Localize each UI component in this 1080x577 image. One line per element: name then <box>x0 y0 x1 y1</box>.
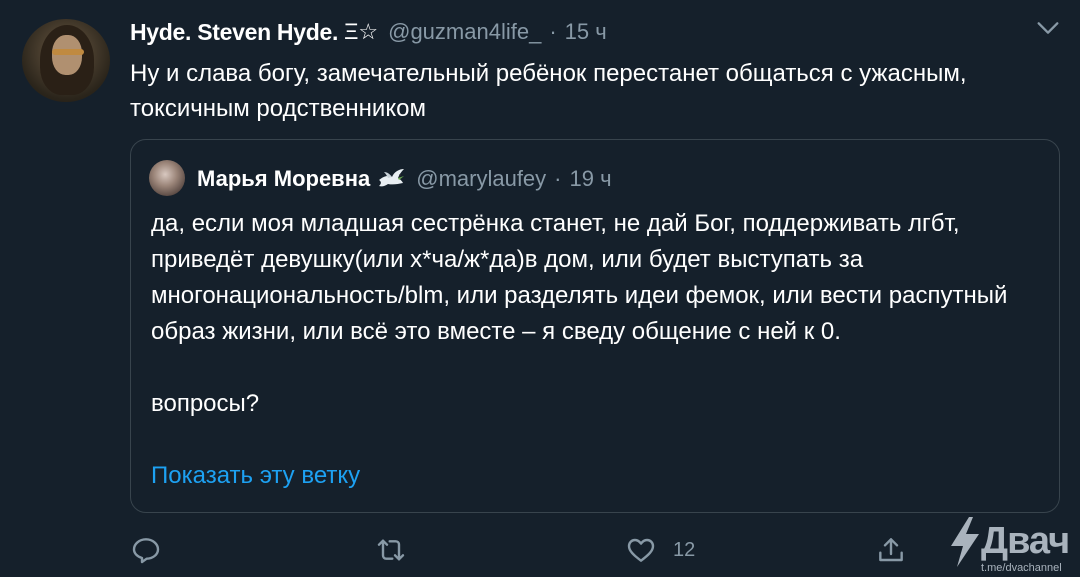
quoted-tweet-text: да, если моя младшая сестрёнка станет, н… <box>151 210 1008 417</box>
author-name-symbols: Ξ☆ <box>344 19 379 44</box>
retweet-icon <box>377 539 405 561</box>
tweet-header: Hyde. Steven Hyde. Ξ☆ @guzman4life_ · 15… <box>130 15 607 49</box>
retweet-button[interactable] <box>375 534 407 566</box>
quoted-header-separator: · <box>554 166 562 191</box>
tweet-actions: 12 <box>130 530 930 574</box>
quoted-tweet[interactable]: Марья Моревна @marylaufey · 19 ч да, есл… <box>130 139 1060 513</box>
like-button[interactable]: 12 <box>625 534 695 566</box>
author-handle[interactable]: @guzman4life_ <box>388 19 541 45</box>
tweet-text: Ну и слава богу, замечательный ребёнок п… <box>130 60 967 122</box>
lightning-icon <box>951 517 979 567</box>
watermark-text: Двач <box>981 520 1070 562</box>
header-separator: · <box>549 19 557 44</box>
share-icon <box>879 538 903 562</box>
like-count: 12 <box>673 538 696 561</box>
quoted-tweet-timestamp[interactable]: 19 ч <box>570 166 612 192</box>
quoted-author-avatar[interactable] <box>149 160 185 196</box>
avatar-glasses <box>52 49 84 55</box>
quoted-author-handle[interactable]: @marylaufey <box>416 166 546 192</box>
avatar-face <box>52 35 82 75</box>
reply-icon <box>132 538 160 564</box>
quoted-tweet-header: Марья Моревна @marylaufey · 19 ч <box>197 162 612 196</box>
author-display-name[interactable]: Hyde. Steven Hyde. <box>130 19 338 46</box>
chevron-down-icon[interactable] <box>1034 14 1062 42</box>
dove-icon <box>379 169 405 187</box>
show-thread-link[interactable]: Показать эту ветку <box>151 462 360 490</box>
quoted-author-display-name[interactable]: Марья Моревна <box>197 166 370 192</box>
watermark: Двач t.me/dvachannel <box>945 514 1075 574</box>
author-avatar[interactable] <box>22 19 110 102</box>
share-button[interactable] <box>875 534 907 566</box>
heart-icon <box>627 538 655 562</box>
tweet-timestamp[interactable]: 15 ч <box>565 19 607 45</box>
watermark-url: t.me/dvachannel <box>981 562 1062 574</box>
reply-button[interactable] <box>130 534 162 566</box>
